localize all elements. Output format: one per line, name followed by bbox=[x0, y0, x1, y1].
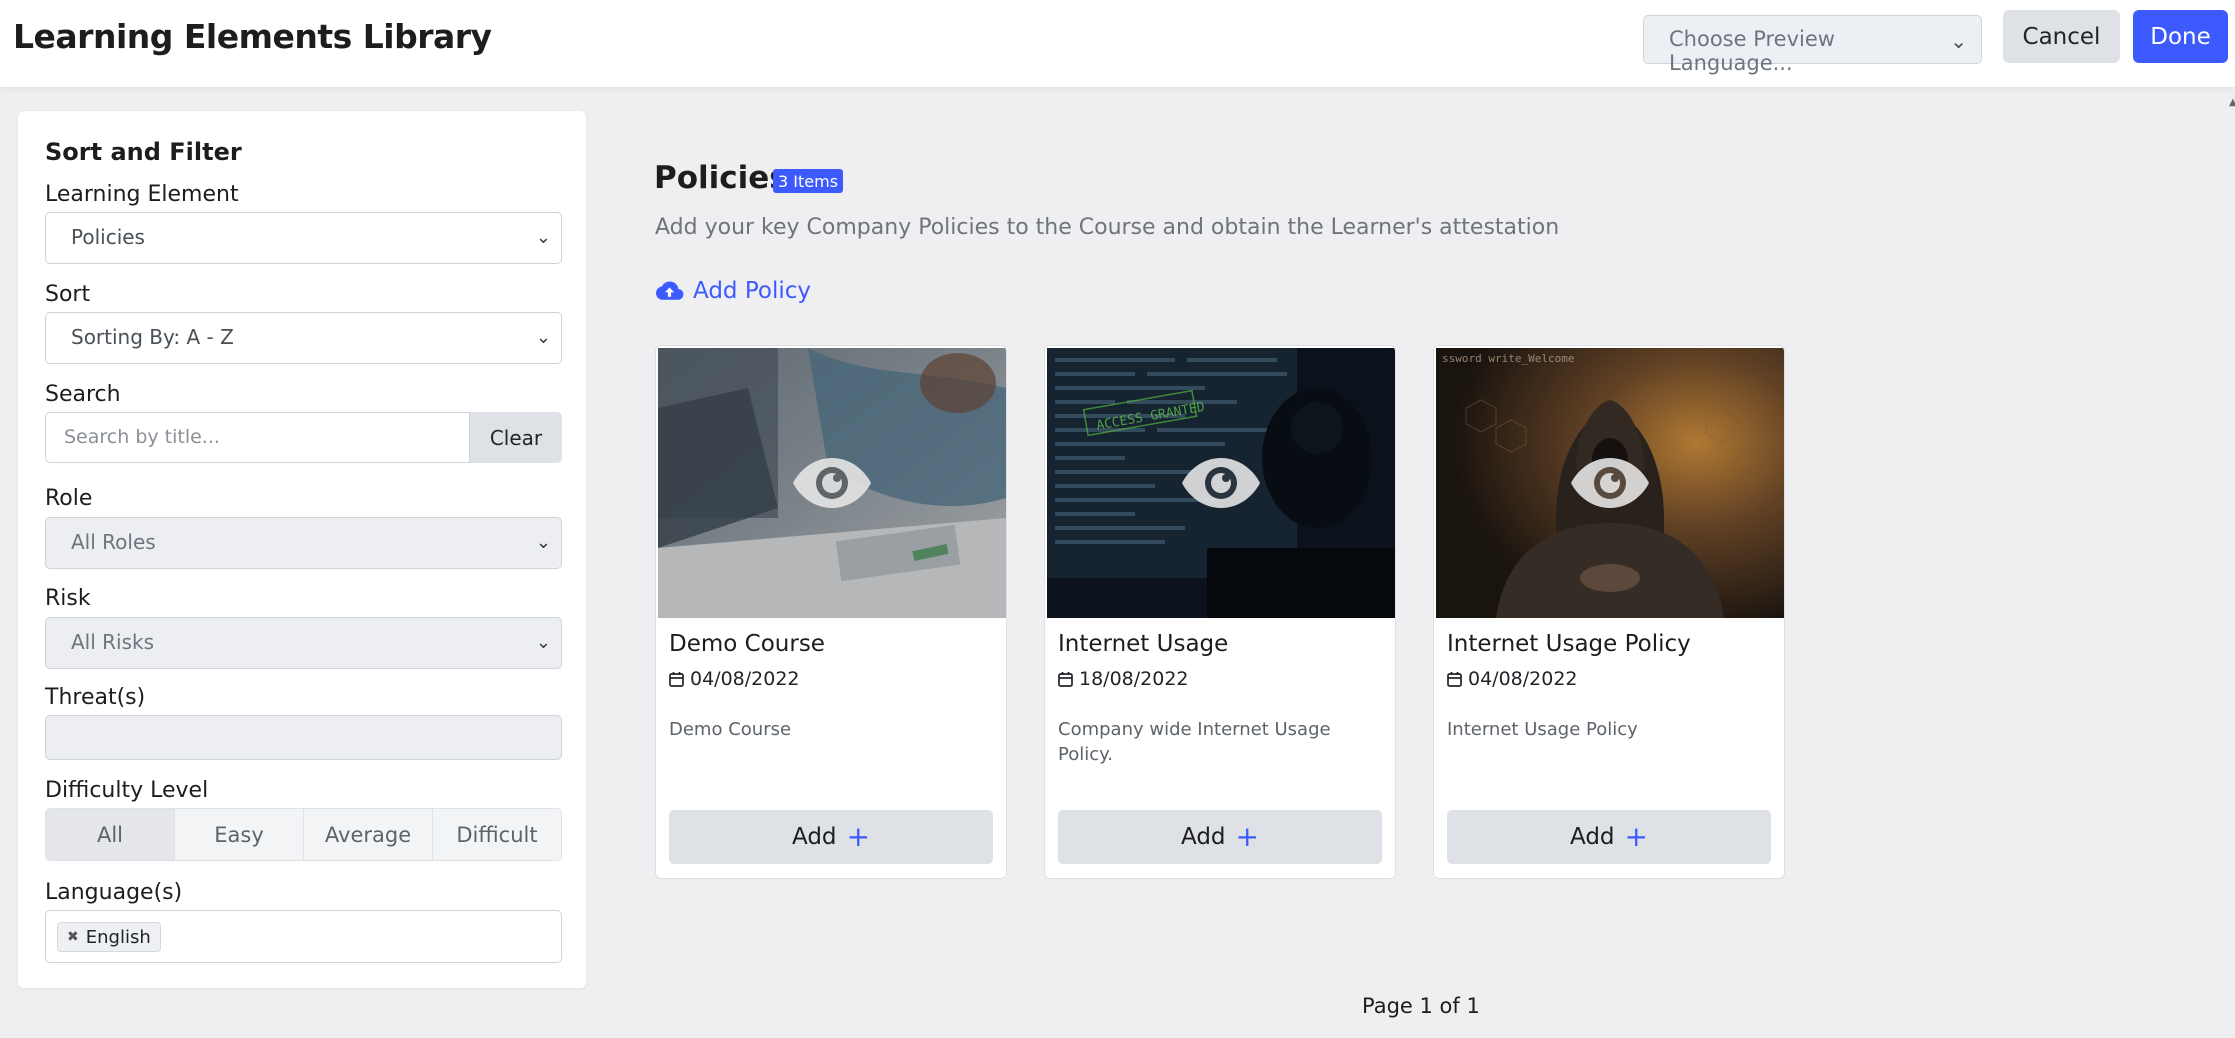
difficulty-button-group: All Easy Average Difficult bbox=[45, 808, 562, 861]
sort-select[interactable]: Sorting By: A - Z ⌄ bbox=[45, 312, 562, 364]
eye-icon bbox=[1571, 458, 1649, 508]
role-select[interactable]: All Roles ⌄ bbox=[45, 517, 562, 569]
add-label: Add bbox=[1181, 824, 1226, 850]
policy-card: ACCESS GRANTED Internet Usage 18/08/2022… bbox=[1044, 345, 1396, 879]
chevron-down-icon: ⌄ bbox=[535, 632, 551, 653]
scrollbar-arrow[interactable]: ▲ bbox=[2229, 97, 2235, 108]
risk-select[interactable]: All Risks ⌄ bbox=[45, 617, 562, 669]
top-bar: Learning Elements Library Choose Preview… bbox=[0, 0, 2235, 87]
card-date: 18/08/2022 bbox=[1058, 668, 1189, 690]
risk-label: Risk bbox=[45, 586, 91, 611]
card-date-text: 18/08/2022 bbox=[1079, 668, 1189, 690]
card-date: 04/08/2022 bbox=[1447, 668, 1578, 690]
sort-label: Sort bbox=[45, 282, 91, 307]
calendar-icon bbox=[1058, 672, 1073, 687]
cloud-upload-icon bbox=[656, 281, 684, 300]
section-title: Policies bbox=[654, 160, 788, 196]
card-description: Demo Course bbox=[669, 719, 792, 740]
risk-value: All Risks bbox=[71, 630, 155, 654]
plus-icon: + bbox=[1235, 820, 1259, 853]
cancel-button[interactable]: Cancel bbox=[2003, 10, 2120, 63]
plus-icon: + bbox=[846, 820, 870, 853]
policy-thumbnail[interactable]: ssword write_Welcome bbox=[1436, 348, 1784, 618]
done-button[interactable]: Done bbox=[2133, 10, 2228, 63]
sort-filter-panel: Sort and Filter Learning Element Policie… bbox=[18, 111, 586, 988]
language-tag: ✖ English bbox=[57, 922, 161, 952]
chevron-down-icon: ⌄ bbox=[1950, 29, 1967, 53]
learning-element-label: Learning Element bbox=[45, 182, 239, 207]
calendar-icon bbox=[1447, 672, 1462, 687]
card-date-text: 04/08/2022 bbox=[1468, 668, 1578, 690]
preview-language-placeholder: Choose Preview Language... bbox=[1669, 27, 1835, 75]
add-policy-card-button[interactable]: Add + bbox=[669, 810, 993, 864]
learning-element-value: Policies bbox=[71, 225, 145, 249]
role-label: Role bbox=[45, 486, 93, 511]
eye-icon bbox=[1182, 458, 1260, 508]
policy-thumbnail[interactable]: ACCESS GRANTED bbox=[1047, 348, 1395, 618]
policy-card: ssword write_Welcome Internet Usage Poli… bbox=[1433, 345, 1785, 879]
sort-filter-title: Sort and Filter bbox=[45, 138, 242, 166]
add-policy-card-button[interactable]: Add + bbox=[1447, 810, 1771, 864]
add-policy-link[interactable]: Add Policy bbox=[655, 278, 811, 304]
threats-input[interactable] bbox=[45, 715, 562, 760]
threats-label: Threat(s) bbox=[45, 685, 146, 710]
difficulty-label: Difficulty Level bbox=[45, 778, 209, 803]
add-label: Add bbox=[1570, 824, 1615, 850]
difficulty-difficult-button[interactable]: Difficult bbox=[433, 809, 561, 860]
card-title: Internet Usage bbox=[1058, 631, 1229, 657]
learning-element-select[interactable]: Policies ⌄ bbox=[45, 212, 562, 264]
difficulty-easy-button[interactable]: Easy bbox=[175, 809, 304, 860]
item-count-badge: 3 Items bbox=[773, 169, 844, 193]
language-tag-label: English bbox=[85, 926, 151, 948]
role-value: All Roles bbox=[71, 530, 156, 554]
section-description: Add your key Company Policies to the Cou… bbox=[655, 215, 1560, 240]
card-date: 04/08/2022 bbox=[669, 668, 800, 690]
card-date-text: 04/08/2022 bbox=[690, 668, 800, 690]
add-policy-card-button[interactable]: Add + bbox=[1058, 810, 1382, 864]
search-label: Search bbox=[45, 382, 121, 407]
pagination-text: Page 1 of 1 bbox=[1362, 994, 1480, 1018]
search-group: Search by title... Clear bbox=[45, 412, 562, 463]
languages-multiselect[interactable]: ✖ English bbox=[45, 910, 562, 963]
plus-icon: + bbox=[1624, 820, 1648, 853]
card-title: Internet Usage Policy bbox=[1447, 631, 1691, 657]
card-description: Company wide Internet Usage Policy. bbox=[1058, 719, 1331, 765]
card-description: Internet Usage Policy bbox=[1447, 719, 1638, 740]
chevron-down-icon: ⌄ bbox=[535, 327, 551, 348]
difficulty-average-button[interactable]: Average bbox=[304, 809, 433, 860]
difficulty-all-button[interactable]: All bbox=[46, 809, 175, 860]
clear-search-button[interactable]: Clear bbox=[470, 412, 562, 463]
languages-label: Language(s) bbox=[45, 880, 183, 905]
close-icon[interactable]: ✖ bbox=[67, 929, 79, 945]
chevron-down-icon: ⌄ bbox=[535, 532, 551, 553]
chevron-down-icon: ⌄ bbox=[535, 227, 551, 248]
card-title: Demo Course bbox=[669, 631, 825, 657]
eye-icon bbox=[793, 458, 871, 508]
page-title: Learning Elements Library bbox=[13, 17, 492, 56]
add-label: Add bbox=[792, 824, 837, 850]
preview-language-select[interactable]: Choose Preview Language... ⌄ bbox=[1643, 15, 1982, 75]
policy-card: Demo Course 04/08/2022 Demo Course Add + bbox=[655, 345, 1007, 879]
search-input[interactable]: Search by title... bbox=[45, 412, 470, 463]
add-policy-label: Add Policy bbox=[693, 278, 811, 304]
calendar-icon bbox=[669, 672, 684, 687]
policy-thumbnail[interactable] bbox=[658, 348, 1006, 618]
sort-value: Sorting By: A - Z bbox=[71, 325, 234, 349]
